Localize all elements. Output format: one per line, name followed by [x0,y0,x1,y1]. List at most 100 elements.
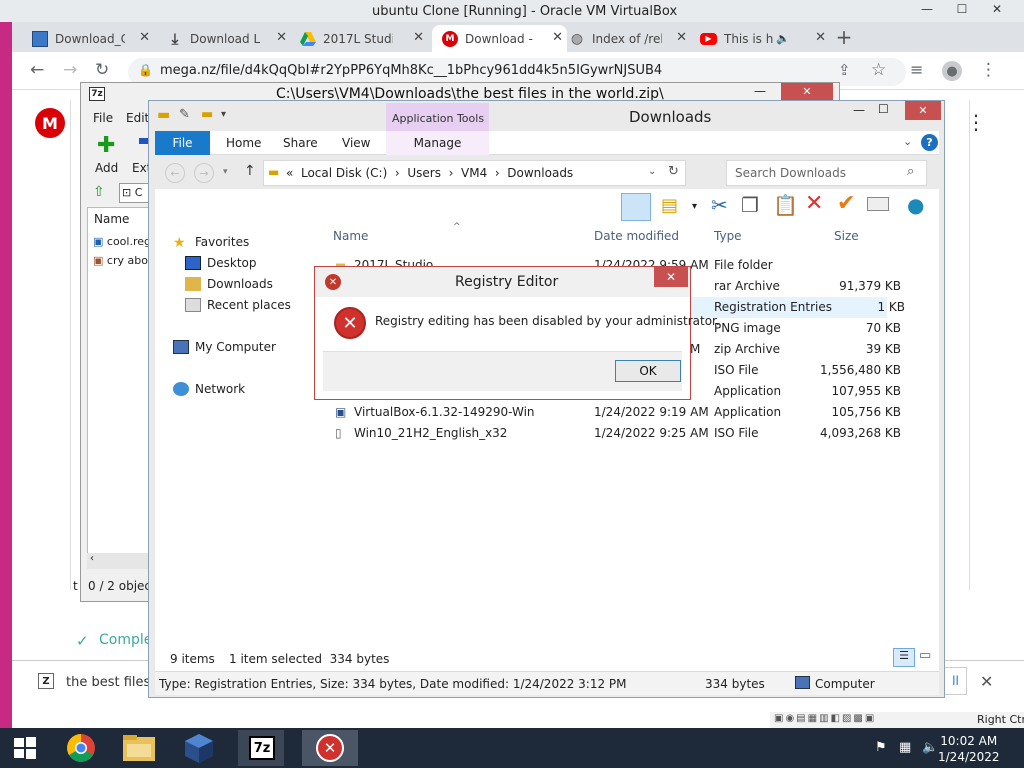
tab-file[interactable]: File [155,131,210,155]
media-control-icon[interactable]: ≡ [910,60,923,79]
close-icon[interactable]: ✕ [676,30,687,45]
horizontal-scrollbar[interactable]: ‹ [87,553,149,569]
delete-icon[interactable]: ✕ [805,191,823,216]
properties-icon[interactable]: ✎ [179,107,190,122]
nav-desktop[interactable]: Desktop [185,256,257,270]
show-all-button[interactable]: ll [945,667,967,695]
regedit-error-taskbar-icon[interactable]: ✕ [302,730,358,766]
new-folder-icon[interactable]: ▬ [201,107,213,122]
sevenzip-minimize-button[interactable]: — [754,84,766,98]
ok-button[interactable]: OK [615,360,681,382]
up-folder-icon[interactable]: ⇧ [93,184,105,200]
tab-6[interactable]: ▶ This is h 🔈 ✕ [700,25,830,52]
globe-icon[interactable]: ● [907,193,924,217]
chrome-taskbar-icon[interactable] [58,730,104,766]
forward-icon[interactable]: → [63,60,77,80]
sevenzip-taskbar-icon[interactable]: 7z [238,730,284,766]
address-bar[interactable]: ▬ « Local Disk (C:) › Users › VM4 › Down… [263,160,686,186]
back-icon[interactable]: ← [30,60,44,80]
cut-icon[interactable]: ✂ [711,193,728,217]
explorer-maximize-button[interactable]: ☐ [878,102,889,116]
file-row[interactable]: ▯ Win10_21H2_English_x32 1/24/2022 9:25 AM… [319,423,901,444]
back-icon[interactable]: ← [165,163,185,183]
up-icon[interactable]: ↑ [244,163,256,179]
properties-pane-icon[interactable] [867,197,889,211]
nav-favorites[interactable]: ★ Favorites [173,235,249,251]
sevenzip-file-row[interactable]: ▣ cool.reg [93,235,149,248]
tab-manage[interactable]: Manage [386,131,489,155]
vm-close-button[interactable]: ✕ [985,2,1009,18]
expand-ribbon-icon[interactable]: ⌄ [903,135,912,148]
tab-view[interactable]: View [342,131,370,155]
column-header-type[interactable]: Type [714,229,742,243]
refresh-icon[interactable]: ↻ [668,164,679,179]
column-header-size[interactable]: Size [834,229,859,243]
rename-icon[interactable]: ✔ [837,191,855,216]
file-row[interactable]: ▣ VirtualBox-6.1.32-149290-Win 1/24/2022 9… [319,402,901,423]
tab-5[interactable]: ◍ Index of /rel ✕ [567,25,691,52]
close-download-bar-icon[interactable]: ✕ [980,672,993,691]
reload-icon[interactable]: ↻ [95,60,109,80]
flag-icon[interactable]: ⚑ [875,740,887,755]
copy-icon[interactable]: ❐ [741,193,759,217]
crumb[interactable]: Local Disk (C:) [301,166,387,180]
nav-downloads[interactable]: Downloads [185,277,273,291]
virtualbox-taskbar-icon[interactable] [176,730,222,766]
close-icon[interactable]: ✕ [139,30,150,45]
preview-pane-icon[interactable] [621,193,651,221]
profile-avatar-icon[interactable]: ● [942,61,962,81]
file-explorer-taskbar-icon[interactable] [116,730,162,766]
mega-menu-icon[interactable]: ⋮ [966,110,986,134]
chrome-menu-icon[interactable]: ⋮ [980,60,997,80]
crumb[interactable]: VM4 [461,166,487,180]
sevenzip-file-row[interactable]: ▣ cry abo [93,254,149,267]
speaker-icon[interactable]: 🔈 [776,32,790,45]
details-view-icon[interactable]: ☰ [893,648,915,667]
vm-maximize-button[interactable]: ☐ [950,2,974,18]
tab-home[interactable]: Home [226,131,261,155]
folder-options-icon[interactable]: ▤ [661,195,678,216]
paste-icon[interactable]: 📋 [773,193,798,217]
sevenzip-close-button[interactable]: ✕ [781,83,833,100]
new-tab-button[interactable]: + [832,25,856,49]
menu-edit[interactable]: Edit [126,111,149,125]
url-text[interactable]: mega.nz/file/d4kQqQbI#r2YpPP6YqMh8Kc__1b… [160,63,662,78]
clock[interactable]: 10:02 AM 1/24/2022 [938,733,1000,765]
tab-share[interactable]: Share [283,131,318,155]
tab-1[interactable]: Download_C ✕ [32,25,154,52]
close-icon[interactable]: ✕ [276,30,287,45]
tab-3[interactable]: 2017L Studio ✕ [300,25,428,52]
options-dropdown-icon[interactable]: ▾ [692,201,697,212]
windows-start-icon[interactable] [14,737,36,759]
dialog-close-button[interactable]: ✕ [654,267,688,287]
tab-2[interactable]: ⤓ Download La ✕ [167,25,291,52]
nav-recent[interactable]: Recent places [185,298,291,312]
search-input[interactable]: Search Downloads ⌕ [726,160,927,186]
download-item-name[interactable]: the best files in [66,675,148,690]
share-icon[interactable]: ⇪ [838,61,851,79]
add-button[interactable]: Add [95,161,118,175]
nav-network[interactable]: Network [173,382,245,396]
address-dropdown-icon[interactable]: ⌄ [648,166,656,177]
add-icon[interactable]: ✚ [97,133,115,158]
nav-my-computer[interactable]: My Computer [173,340,276,354]
explorer-minimize-button[interactable]: — [853,103,865,117]
close-icon[interactable]: ✕ [413,30,424,45]
menu-file[interactable]: File [93,111,113,125]
large-icons-view-icon[interactable]: ▭ [919,648,931,663]
column-header-name[interactable]: Name [333,229,368,243]
close-icon[interactable]: ✕ [815,30,826,45]
volume-muted-icon[interactable]: 🔈 [922,740,938,755]
vm-minimize-button[interactable]: — [915,2,939,18]
mega-logo-icon[interactable]: M [35,108,65,138]
recent-locations-icon[interactable]: ▾ [223,167,228,177]
help-icon[interactable]: ? [921,134,938,151]
crumb[interactable]: Users [407,166,441,180]
crumb[interactable]: Downloads [507,166,573,180]
forward-icon[interactable]: → [194,163,214,183]
breadcrumb[interactable]: « Local Disk (C:) › Users › VM4 › Downlo… [286,166,573,180]
vm-device-icons[interactable]: ▣◉▤▦▥◧▨▩▣ [774,713,876,724]
quick-access-dropdown-icon[interactable]: ▾ [221,109,226,120]
column-header-date[interactable]: Date modified [594,229,679,243]
sevenzip-path-field[interactable]: ⊡ C [119,183,149,203]
